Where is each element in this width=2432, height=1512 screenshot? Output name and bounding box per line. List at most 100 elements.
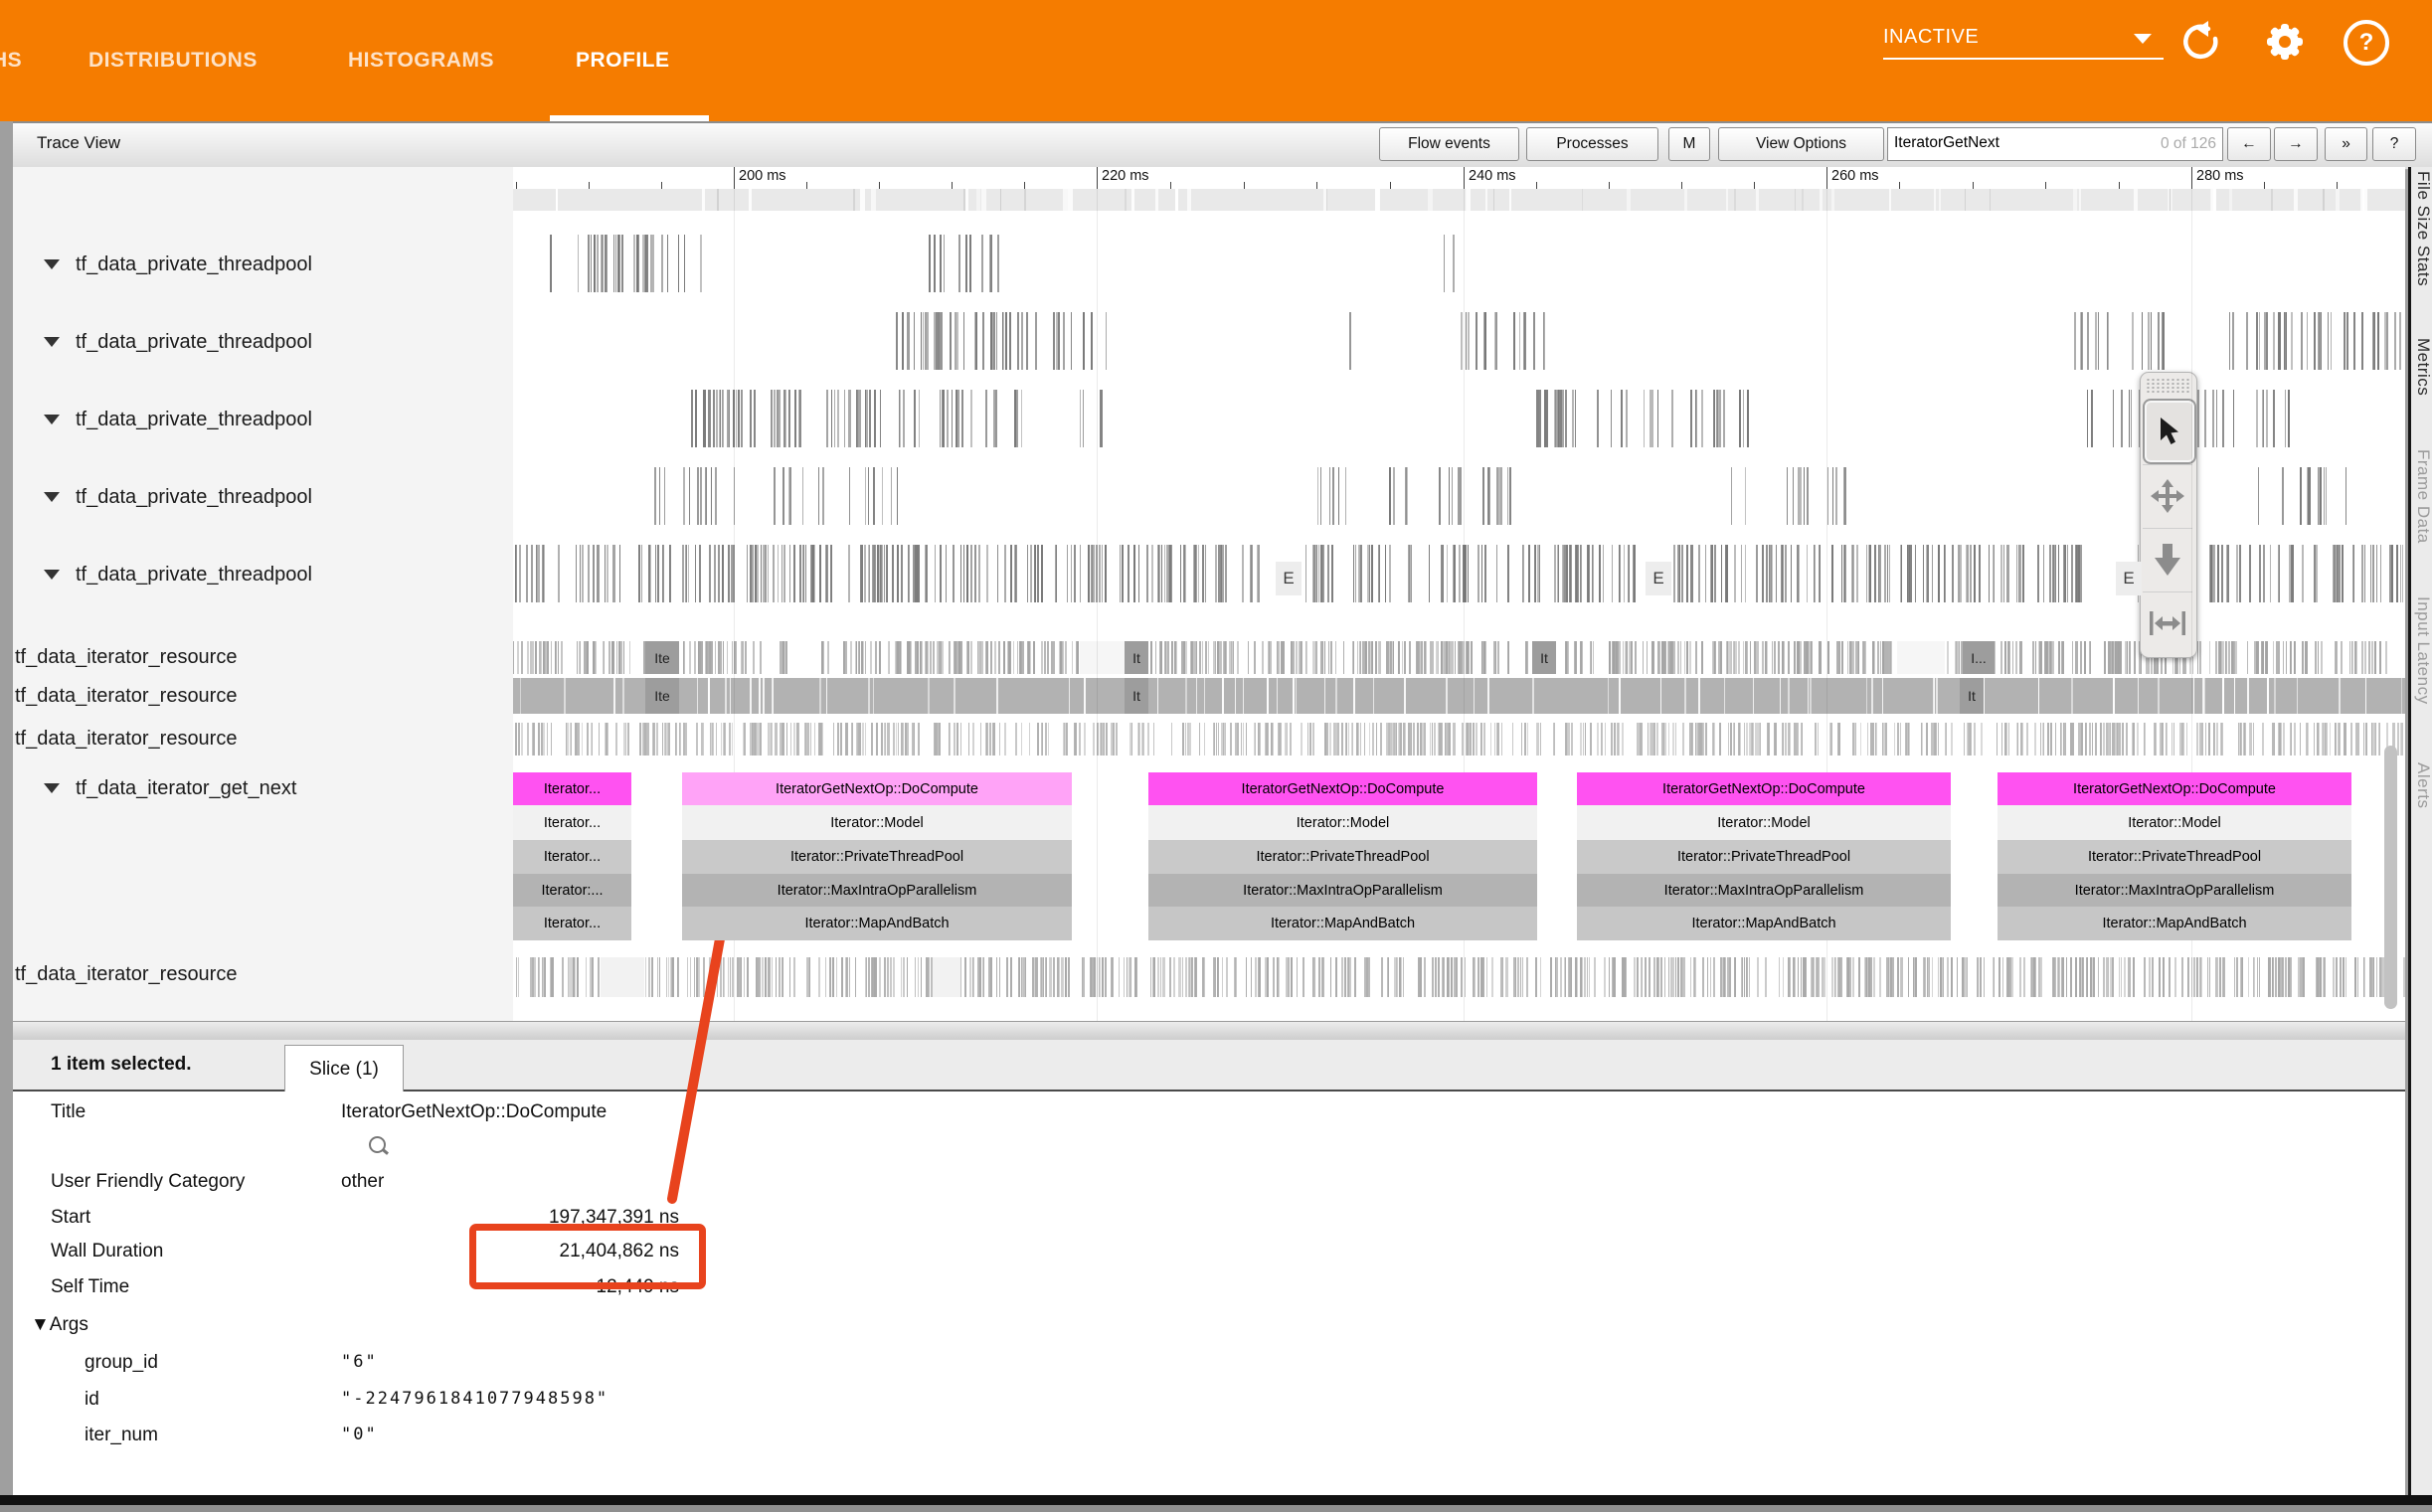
get-next-slice[interactable]: IteratorGetNextOp::DoCompute [1577, 772, 1951, 805]
side-tab-file-size-stats[interactable]: File Size Stats [2413, 171, 2432, 286]
side-tab-frame-data[interactable]: Frame Data [2413, 449, 2432, 544]
nav-tab-histograms[interactable]: HISTOGRAMS [348, 0, 494, 121]
find-previous-button[interactable]: ← [2227, 127, 2271, 161]
reload-icon[interactable] [2178, 20, 2222, 64]
trace-search-input[interactable] [1888, 128, 2113, 158]
resource-slice-chip[interactable]: Ite [645, 641, 679, 674]
iterator-sub-slice[interactable]: Iterator::Model [1998, 805, 2351, 840]
ruler-minor-tick [1754, 182, 1755, 189]
iterator-resource-band[interactable] [513, 957, 2405, 997]
track-label-text[interactable]: tf_data_iterator_resource [15, 963, 237, 986]
view-options-button[interactable]: View Options [1718, 127, 1884, 161]
help-icon[interactable]: ? [2344, 20, 2387, 64]
collapse-triangle-icon[interactable] [44, 570, 60, 580]
settings-gear-icon[interactable] [2263, 20, 2307, 64]
flow-event-marker[interactable]: E [1276, 562, 1302, 595]
shortcuts-help-button[interactable]: ? [2372, 127, 2416, 161]
iterator-sub-slice[interactable]: Iterator::MaxIntraOpParallelism [1998, 874, 2351, 907]
track-label-text[interactable]: tf_data_private_threadpool [76, 564, 312, 587]
flow-events-button[interactable]: Flow events [1379, 127, 1519, 161]
ruler-minor-tick [1316, 182, 1317, 189]
iterator-sub-slice[interactable]: Iterator::PrivateThreadPool [1998, 840, 2351, 874]
detail-field-value: other [341, 1171, 384, 1193]
resource-slice-chip[interactable]: It [1125, 641, 1148, 674]
flow-event-marker[interactable]: E [2116, 562, 2142, 595]
expand-panel-button[interactable]: » [2325, 127, 2367, 161]
track-label-text[interactable]: tf_data_iterator_resource [15, 728, 237, 751]
iterator-sub-slice[interactable]: Iterator::PrivateThreadPool [682, 840, 1072, 874]
resource-slice-chip[interactable]: Ite [645, 678, 679, 714]
iterator-sub-slice[interactable]: Iterator::MapAndBatch [1577, 907, 1951, 940]
threadpool-events-band[interactable] [513, 390, 2405, 447]
timeline-vertical-scrollbar[interactable] [2384, 746, 2397, 1009]
flow-event-marker[interactable]: E [1646, 562, 1671, 595]
track-label-text[interactable]: tf_data_iterator_get_next [76, 777, 296, 800]
track-label-tf_data_iterator_resource: tf_data_iterator_resource [13, 680, 515, 712]
args-section-toggle[interactable]: ▼Args [31, 1314, 88, 1336]
iterator-sub-slice[interactable]: Iterator::PrivateThreadPool [1148, 840, 1537, 874]
track-label-text[interactable]: tf_data_private_threadpool [76, 253, 312, 276]
summary-strip[interactable] [513, 189, 2405, 211]
selection-arrow-tool[interactable] [2143, 399, 2196, 464]
panel-splitter[interactable] [13, 1021, 2405, 1041]
iterator-sub-slice[interactable]: Iterator::MaxIntraOpParallelism [1148, 874, 1537, 907]
zoom-tool[interactable] [2143, 528, 2192, 590]
resource-slice-chip[interactable]: It [1960, 678, 1984, 714]
processes-button[interactable]: Processes [1526, 127, 1658, 161]
side-tab-input-latency[interactable]: Input Latency [2413, 596, 2432, 705]
get-next-slice[interactable]: IteratorGetNextOp::DoCompute [1148, 772, 1537, 805]
iterator-sub-slice[interactable]: Iterator::MaxIntraOpParallelism [1577, 874, 1951, 907]
metadata-button[interactable]: M [1668, 127, 1710, 161]
collapse-triangle-icon[interactable] [44, 259, 60, 269]
collapse-triangle-icon[interactable] [44, 415, 60, 424]
resource-slice-chip[interactable]: It [1125, 678, 1148, 714]
pan-tool[interactable] [2143, 464, 2192, 527]
iterator-sub-slice[interactable]: Iterator... [513, 805, 631, 840]
iterator-sub-slice[interactable]: Iterator::MapAndBatch [682, 907, 1072, 940]
iterator-sub-slice[interactable]: Iterator::MapAndBatch [1148, 907, 1537, 940]
palette-drag-handle[interactable] [2146, 378, 2189, 394]
iterator-sub-slice[interactable]: Iterator::Model [1577, 805, 1951, 840]
iterator-sub-slice[interactable]: Iterator::Model [1148, 805, 1537, 840]
collapse-triangle-icon[interactable] [44, 492, 60, 502]
timing-tool[interactable] [2143, 591, 2192, 654]
iterator-sub-slice[interactable]: Iterator... [513, 840, 631, 874]
magnifier-search-icon[interactable] [369, 1136, 386, 1153]
slice-tab[interactable]: Slice (1) [284, 1045, 404, 1092]
iterator-sub-slice[interactable]: Iterator::PrivateThreadPool [1577, 840, 1951, 874]
get-next-slice[interactable]: IteratorGetNextOp::DoCompute [1998, 772, 2351, 805]
get-next-slice[interactable]: Iterator... [513, 772, 631, 805]
side-tab-alerts[interactable]: Alerts [2413, 762, 2432, 808]
resource-slice-chip[interactable]: It [1532, 641, 1556, 674]
collapse-triangle-icon[interactable] [44, 337, 60, 347]
nav-tab-graphs[interactable]: HS [0, 0, 22, 121]
track-label-text[interactable]: tf_data_iterator_resource [15, 646, 237, 669]
iterator-resource-band[interactable] [513, 641, 2405, 674]
iterator-sub-slice[interactable]: Iterator::MapAndBatch [1998, 907, 2351, 940]
collapse-triangle-icon[interactable] [44, 783, 60, 793]
iterator-sub-slice[interactable]: Iterator::Model [682, 805, 1072, 840]
ruler-major-tick [1826, 167, 1827, 189]
iterator-resource-band[interactable] [513, 678, 2405, 714]
nav-tab-profile[interactable]: PROFILE [576, 0, 670, 121]
iterator-sub-slice[interactable]: Iterator:... [513, 874, 631, 907]
find-next-button[interactable]: → [2274, 127, 2318, 161]
get-next-slice[interactable]: IteratorGetNextOp::DoCompute [682, 772, 1072, 805]
bottom-border [0, 1495, 2432, 1505]
track-label-text[interactable]: tf_data_iterator_resource [15, 685, 237, 708]
threadpool-events-band[interactable] [513, 467, 2405, 525]
nav-tab-distributions[interactable]: DISTRIBUTIONS [88, 0, 258, 121]
iterator-resource-band[interactable] [513, 723, 2405, 756]
iterator-sub-slice[interactable]: Iterator... [513, 907, 631, 940]
run-selector-dropdown[interactable]: INACTIVE [1883, 24, 2164, 60]
track-label-text[interactable]: tf_data_private_threadpool [76, 331, 312, 354]
trace-view-header: Trace View Flow events Processes M View … [13, 121, 2432, 170]
track-label-text[interactable]: tf_data_private_threadpool [76, 486, 312, 509]
track-label-text[interactable]: tf_data_private_threadpool [76, 409, 312, 431]
side-tab-metrics[interactable]: Metrics [2413, 338, 2432, 396]
iterator-sub-slice[interactable]: Iterator::MaxIntraOpParallelism [682, 874, 1072, 907]
resource-slice-chip[interactable]: I... [1963, 641, 1995, 674]
threadpool-events-band[interactable] [513, 235, 2405, 292]
ruler-minor-tick [661, 182, 662, 189]
threadpool-events-band[interactable] [513, 312, 2405, 370]
